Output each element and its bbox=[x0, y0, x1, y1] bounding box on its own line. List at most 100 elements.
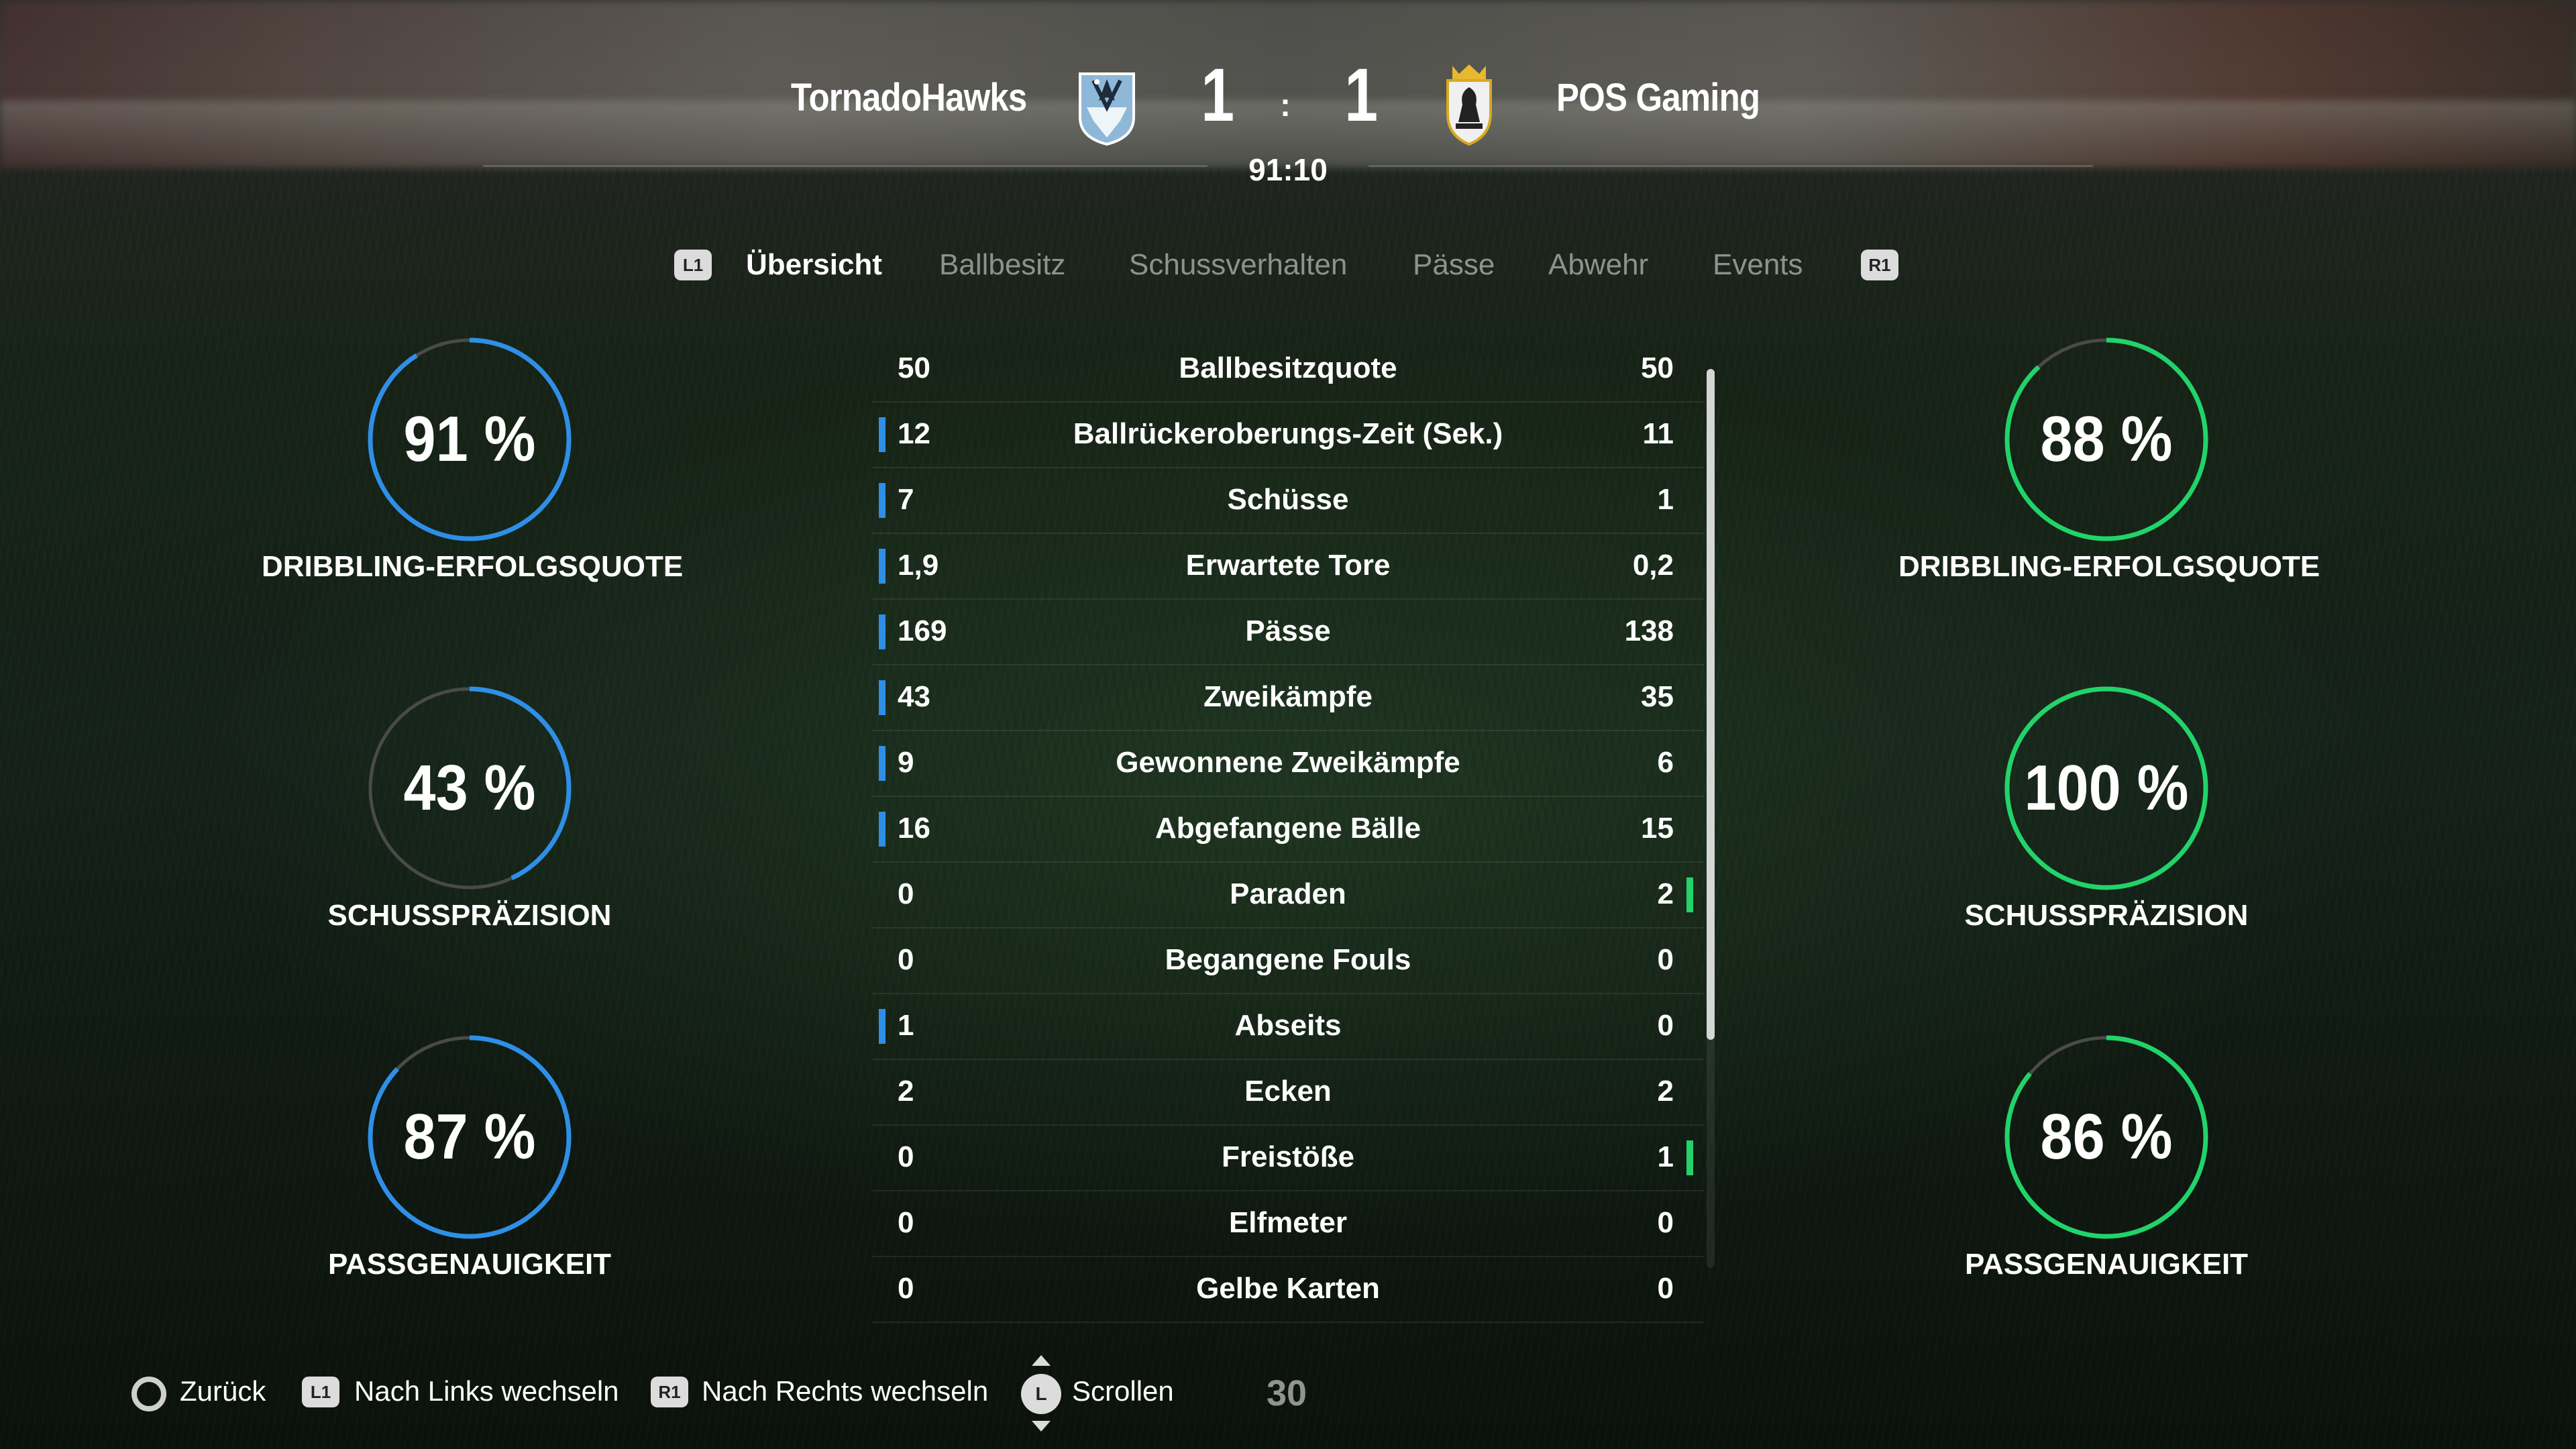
stat-label: Ecken bbox=[1244, 1075, 1332, 1108]
home-lead-bar bbox=[879, 1009, 885, 1044]
stat-home-value: 0 bbox=[898, 877, 914, 910]
stat-label: Pässe bbox=[1245, 614, 1331, 647]
stats-table: 50 Ballbesitzquote 50 12 Ballrückeroberungs-… bbox=[872, 335, 1715, 1323]
stat-home-value: 9 bbox=[898, 746, 914, 779]
stat-away-value: 0 bbox=[1657, 943, 1674, 976]
stat-home-value: 43 bbox=[898, 680, 930, 713]
stat-row: 43 Zweikämpfe 35 bbox=[872, 664, 1704, 731]
stat-row: 50 Ballbesitzquote 50 bbox=[872, 335, 1704, 402]
stat-home-value: 0 bbox=[898, 1272, 914, 1305]
home-ring-stat: 91 % DRIBBLING-ERFOLGSQUOTE bbox=[262, 335, 684, 644]
stat-home-value: 1 bbox=[898, 1009, 914, 1042]
scroll-hint-label[interactable]: Scrollen bbox=[1072, 1375, 1174, 1407]
stat-row: 7 Schüsse 1 bbox=[872, 467, 1704, 534]
scoreboard-divider-left bbox=[483, 165, 1208, 167]
stat-away-value: 0,2 bbox=[1632, 549, 1674, 582]
stat-home-value: 1,9 bbox=[898, 549, 939, 582]
home-lead-bar bbox=[879, 680, 885, 715]
home-score: 1 bbox=[1201, 53, 1235, 137]
away-ring-value: 88 % bbox=[2040, 403, 2173, 475]
away-ring-label: SCHUSSPRÄZISION bbox=[1964, 899, 2249, 932]
stat-label: Zweikämpfe bbox=[1203, 680, 1373, 713]
stat-home-value: 0 bbox=[898, 943, 914, 976]
stat-row: 16 Abgefangene Bälle 15 bbox=[872, 796, 1704, 863]
home-lead-bar bbox=[879, 549, 885, 584]
away-ring-stat: 88 % DRIBBLING-ERFOLGSQUOTE bbox=[1898, 335, 2320, 644]
stat-away-value: 0 bbox=[1657, 1009, 1674, 1042]
away-lead-bar bbox=[1686, 877, 1693, 912]
stat-row: 2 Ecken 2 bbox=[872, 1059, 1704, 1126]
switch-left-hint-label[interactable]: Nach Links wechseln bbox=[354, 1375, 619, 1407]
stat-home-value: 2 bbox=[898, 1075, 914, 1108]
home-lead-bar bbox=[879, 812, 885, 847]
stat-away-value: 138 bbox=[1624, 614, 1674, 647]
home-ring-stat: 43 % SCHUSSPRÄZISION bbox=[262, 684, 678, 993]
stat-label: Abseits bbox=[1234, 1009, 1342, 1042]
stat-row: 0 Paraden 2 bbox=[872, 861, 1704, 928]
home-ring-label: DRIBBLING-ERFOLGSQUOTE bbox=[262, 550, 684, 583]
home-lead-bar bbox=[879, 483, 885, 518]
stat-label: Ballrückeroberungs-Zeit (Sek.) bbox=[1073, 417, 1503, 450]
away-ring-stat: 100 % SCHUSSPRÄZISION bbox=[1898, 684, 2314, 993]
scroll-down-arrow-icon bbox=[1032, 1421, 1051, 1432]
home-lead-bar bbox=[879, 614, 885, 649]
tab-abwehr[interactable]: Abwehr bbox=[1548, 248, 1648, 282]
stat-home-value: 12 bbox=[898, 417, 930, 450]
page-number: 30 bbox=[1267, 1373, 1307, 1413]
stat-label: Freistöße bbox=[1221, 1140, 1355, 1173]
stat-home-value: 0 bbox=[898, 1140, 914, 1173]
away-ring-stat: 86 % PASSGENAUIGKEIT bbox=[1898, 1033, 2314, 1342]
home-ring-value: 43 % bbox=[403, 752, 536, 824]
stat-away-value: 1 bbox=[1657, 1140, 1674, 1173]
tab-events[interactable]: Events bbox=[1713, 248, 1803, 282]
home-crest-icon bbox=[1079, 72, 1135, 146]
stat-away-value: 35 bbox=[1641, 680, 1674, 713]
away-lead-bar bbox=[1686, 1140, 1693, 1175]
back-hint-label[interactable]: Zurück bbox=[180, 1375, 266, 1407]
switch-right-hint-label[interactable]: Nach Rechts wechseln bbox=[702, 1375, 988, 1407]
footer-hints: Zurück L1 Nach Links wechseln R1 Nach Re… bbox=[0, 1355, 2576, 1436]
tab-uebersicht[interactable]: Übersicht bbox=[746, 248, 882, 282]
tab-schussverhalten[interactable]: Schussverhalten bbox=[1129, 248, 1347, 282]
home-lead-bar bbox=[879, 746, 885, 781]
stat-label: Ballbesitzquote bbox=[1179, 352, 1397, 384]
away-score: 1 bbox=[1344, 53, 1379, 137]
stat-home-value: 50 bbox=[898, 352, 930, 384]
stat-away-value: 0 bbox=[1657, 1272, 1674, 1305]
left-stick-icon[interactable]: L bbox=[1021, 1374, 1061, 1414]
stat-row: 1 Abseits 0 bbox=[872, 993, 1704, 1060]
stat-row: 1,9 Erwartete Tore 0,2 bbox=[872, 533, 1704, 600]
stat-row: 0 Begangene Fouls 0 bbox=[872, 927, 1704, 994]
stat-away-value: 11 bbox=[1642, 417, 1674, 450]
stat-label: Begangene Fouls bbox=[1165, 943, 1411, 976]
stat-label: Schüsse bbox=[1227, 483, 1349, 516]
home-ring-stat: 87 % PASSGENAUIGKEIT bbox=[262, 1033, 678, 1342]
tab-paesse[interactable]: Pässe bbox=[1413, 248, 1495, 282]
scrollbar-thumb[interactable] bbox=[1707, 369, 1715, 1040]
tab-ballbesitz[interactable]: Ballbesitz bbox=[939, 248, 1065, 282]
stat-home-value: 16 bbox=[898, 812, 930, 845]
stat-away-value: 2 bbox=[1657, 1075, 1674, 1108]
away-ring-value: 100 % bbox=[2024, 752, 2189, 824]
l1-button-icon[interactable]: L1 bbox=[302, 1377, 339, 1407]
scoreboard: TornadoHawks 1 : 1 POS Gaming 91:10 bbox=[0, 0, 2576, 201]
circle-button-icon[interactable] bbox=[131, 1377, 166, 1411]
r1-button-icon[interactable]: R1 bbox=[1861, 250, 1898, 280]
stat-row: 12 Ballrückeroberungs-Zeit (Sek.) 11 bbox=[872, 401, 1704, 468]
stat-row: 0 Gelbe Karten 0 bbox=[872, 1256, 1704, 1323]
away-team-name: POS Gaming bbox=[1556, 76, 1760, 119]
stat-label: Erwartete Tore bbox=[1185, 549, 1391, 582]
stat-away-value: 6 bbox=[1657, 746, 1674, 779]
home-ring-value: 91 % bbox=[403, 403, 536, 475]
match-clock: 91:10 bbox=[1248, 152, 1328, 187]
stat-away-value: 0 bbox=[1657, 1206, 1674, 1239]
stat-away-value: 50 bbox=[1641, 352, 1674, 384]
stat-home-value: 169 bbox=[898, 614, 947, 647]
l1-button-icon[interactable]: L1 bbox=[674, 250, 712, 280]
stat-row: 169 Pässe 138 bbox=[872, 598, 1704, 665]
home-team-name: TornadoHawks bbox=[790, 76, 1026, 119]
stat-away-value: 2 bbox=[1657, 877, 1674, 910]
r1-button-icon[interactable]: R1 bbox=[651, 1377, 688, 1407]
away-ring-label: DRIBBLING-ERFOLGSQUOTE bbox=[1898, 550, 2320, 583]
stat-away-value: 1 bbox=[1657, 483, 1674, 516]
